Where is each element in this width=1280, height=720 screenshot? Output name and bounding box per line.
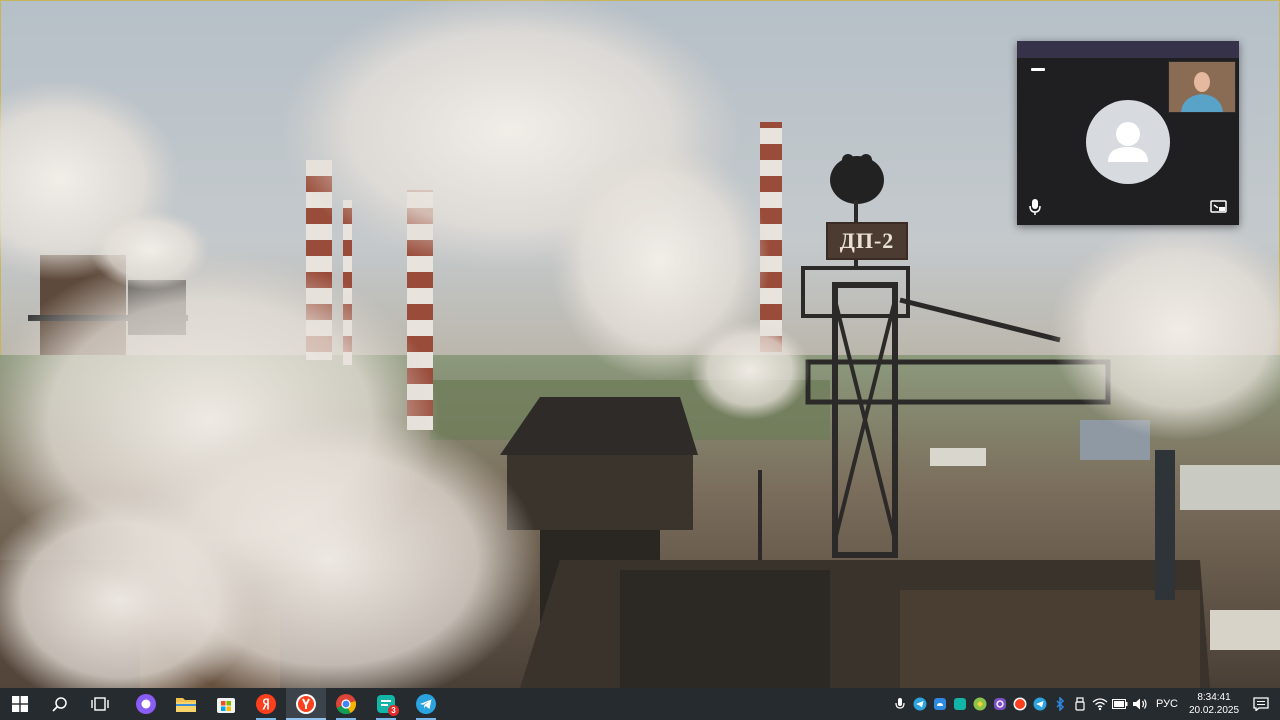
chrome-icon <box>336 694 356 715</box>
search-icon <box>52 697 67 712</box>
wifi-icon <box>1092 698 1108 711</box>
call-title-bar[interactable] <box>1017 41 1239 58</box>
taskbar-telegram[interactable] <box>406 688 446 720</box>
taskbar-chrome[interactable] <box>326 688 366 720</box>
clock-time: 8:34:41 <box>1197 692 1231 703</box>
bluetooth-icon <box>1056 697 1065 711</box>
tray-telegram[interactable] <box>910 688 930 720</box>
unread-badge: 3 <box>388 705 399 716</box>
clock-date: 20.02.2025 <box>1188 705 1240 716</box>
telegram-icon <box>1033 697 1047 711</box>
clock[interactable]: 8:34:41 20.02.2025 <box>1186 691 1242 717</box>
microphone-icon[interactable] <box>1028 198 1042 216</box>
task-view-button[interactable] <box>80 688 120 720</box>
store-icon <box>217 698 235 713</box>
self-view-video[interactable] <box>1168 61 1236 113</box>
tray-microphone[interactable] <box>890 688 910 720</box>
tray-update[interactable] <box>970 688 990 720</box>
minimize-icon[interactable] <box>1031 68 1045 71</box>
taskbar-yandex-browser[interactable] <box>286 688 326 720</box>
taskbar: 3 РУС 8:34:41 20.02.2025 <box>0 688 1280 720</box>
input-language[interactable]: РУС <box>1150 698 1186 710</box>
update-icon <box>973 697 987 711</box>
tray-yandex-browser[interactable] <box>1010 688 1030 720</box>
tray-cloud[interactable] <box>930 688 950 720</box>
start-button[interactable] <box>0 688 40 720</box>
battery-icon <box>1111 699 1128 709</box>
folder-icon <box>176 698 196 712</box>
system-tray: РУС 8:34:41 20.02.2025 <box>890 688 1280 720</box>
tray-battery[interactable] <box>1110 688 1130 720</box>
telegram-icon <box>913 697 927 711</box>
messenger-icon <box>953 698 966 710</box>
viber-icon <box>993 698 1006 710</box>
yandex-browser-icon <box>1013 697 1027 711</box>
tray-messenger[interactable] <box>950 688 970 720</box>
yandex-browser-icon <box>296 694 316 714</box>
taskbar-alice[interactable] <box>126 688 166 720</box>
furnace-sign-label: ДП-2 <box>839 228 895 253</box>
cloud-icon <box>933 698 946 710</box>
tray-wifi[interactable] <box>1090 688 1110 720</box>
search-button[interactable] <box>40 688 80 720</box>
tray-telegram-2[interactable] <box>1030 688 1050 720</box>
alice-icon <box>136 694 156 714</box>
taskbar-file-explorer[interactable] <box>166 688 206 720</box>
notification-icon <box>1253 697 1269 711</box>
screen-share-icon[interactable] <box>1210 199 1228 215</box>
tray-bluetooth[interactable] <box>1050 688 1070 720</box>
furnace-sign: ДП-2 <box>826 222 908 260</box>
notification-center-button[interactable] <box>1242 688 1280 720</box>
video-call-window[interactable] <box>1017 41 1239 225</box>
taskbar-store[interactable] <box>206 688 246 720</box>
user-avatar-icon <box>1086 100 1170 184</box>
taskbar-yandex[interactable] <box>246 688 286 720</box>
volume-icon <box>1132 698 1147 710</box>
tray-viber[interactable] <box>990 688 1010 720</box>
taskbar-messenger[interactable]: 3 <box>366 688 406 720</box>
windows-icon <box>12 696 28 712</box>
tray-usb[interactable] <box>1070 688 1090 720</box>
task-view-icon <box>91 697 109 711</box>
usb-icon <box>1075 697 1085 711</box>
yandex-icon <box>256 694 276 714</box>
telegram-icon <box>416 694 436 714</box>
tray-volume[interactable] <box>1130 688 1150 720</box>
microphone-icon <box>895 698 905 709</box>
